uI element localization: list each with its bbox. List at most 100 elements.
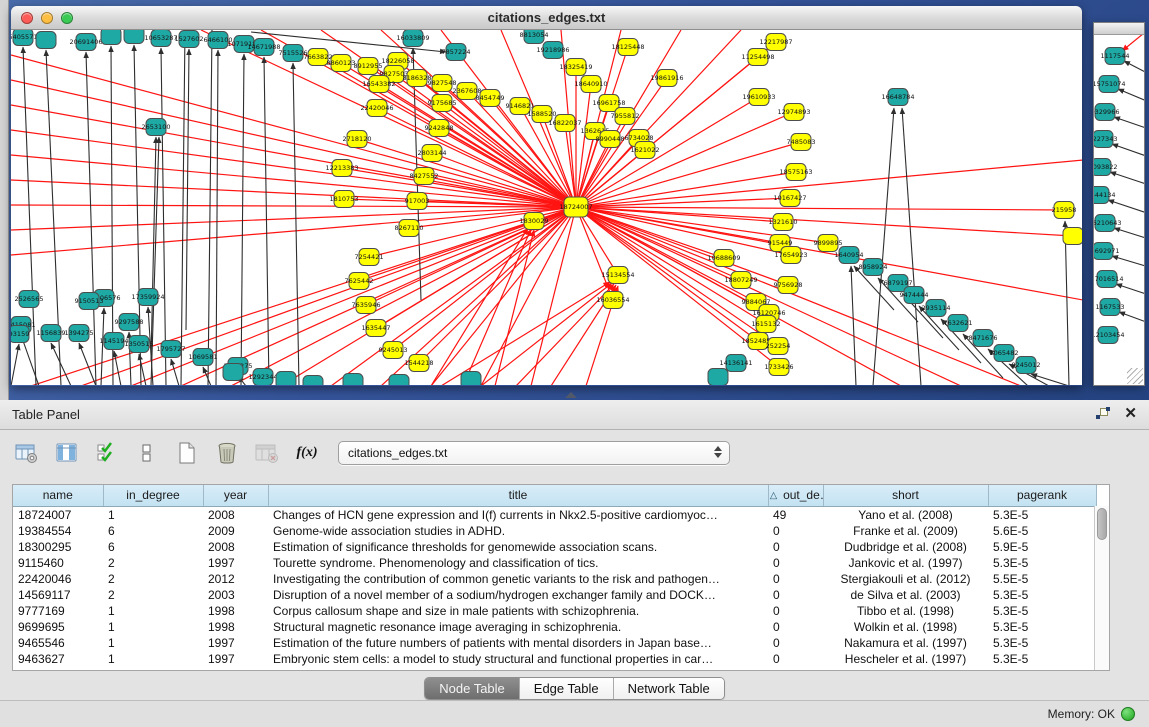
background-network-window[interactable]: 1117544157510749329966922734312093822124… <box>1093 22 1145 386</box>
selected-node[interactable]: 1810753 <box>330 191 359 208</box>
selected-node[interactable]: 11254498 <box>741 49 774 66</box>
table-vertical-scrollbar[interactable] <box>1094 506 1109 670</box>
selected-node[interactable]: 9756928 <box>774 277 803 294</box>
node[interactable]: 1527602 <box>175 31 204 48</box>
selected-node[interactable]: 10688609 <box>707 250 740 267</box>
node[interactable]: 19218986 <box>536 42 569 59</box>
close-panel-icon[interactable]: ✕ <box>1124 407 1137 421</box>
memory-status-icon[interactable] <box>1121 707 1135 721</box>
selected-node[interactable]: 16036554 <box>596 292 629 309</box>
column-header-title[interactable]: title <box>268 485 768 506</box>
scrollbar-thumb[interactable] <box>1097 508 1107 540</box>
network-canvas[interactable]: 1872400776638228860123891295518226058982… <box>11 30 1082 385</box>
node[interactable] <box>101 30 121 45</box>
selected-node[interactable]: 1733426 <box>765 359 794 376</box>
node[interactable]: 1069581 <box>189 349 218 366</box>
node[interactable] <box>708 369 728 386</box>
delete-icon[interactable] <box>210 437 244 469</box>
selected-node[interactable] <box>1063 228 1082 245</box>
column-header-name[interactable]: name <box>13 485 103 506</box>
selected-node[interactable]: 10167427 <box>773 190 806 207</box>
zoom-window-button[interactable] <box>61 12 73 24</box>
selected-node[interactable]: 917003 <box>405 193 430 210</box>
selected-node[interactable]: 8912955 <box>354 58 383 75</box>
node[interactable]: 7857224 <box>442 44 471 61</box>
node[interactable]: 7632621 <box>944 315 973 332</box>
table-columns-icon[interactable] <box>50 437 84 469</box>
minimize-window-button[interactable] <box>41 12 53 24</box>
selected-node[interactable]: 9899895 <box>814 235 843 252</box>
tab-network-table[interactable]: Network Table <box>614 678 724 699</box>
resize-grip[interactable] <box>1127 368 1143 384</box>
node[interactable]: 8958924 <box>859 259 888 276</box>
node[interactable]: 16033809 <box>396 30 429 47</box>
tab-edge-table[interactable]: Edge Table <box>520 678 614 699</box>
node[interactable]: 16648784 <box>881 89 914 106</box>
node[interactable] <box>36 32 56 49</box>
select-rows-icon[interactable] <box>90 437 124 469</box>
tab-node-table[interactable]: Node Table <box>425 678 520 699</box>
column-header-year[interactable]: year <box>203 485 268 506</box>
node[interactable]: 5405571 <box>11 30 37 46</box>
hub-node[interactable]: 18724007 <box>559 197 592 217</box>
table-row[interactable]: 1872400712008Changes of HCN gene express… <box>13 506 1096 523</box>
node[interactable]: 8471676 <box>969 330 998 347</box>
panel-resize-handle[interactable] <box>565 392 577 398</box>
selected-node[interactable]: 9245013 <box>379 342 408 359</box>
selected-node[interactable]: 15134554 <box>601 267 634 284</box>
node[interactable] <box>461 372 481 386</box>
selected-node[interactable]: 12974893 <box>777 104 810 121</box>
node[interactable]: 2526565 <box>15 291 44 308</box>
table-settings-icon[interactable] <box>10 437 44 469</box>
selected-node[interactable]: 18575163 <box>779 164 812 181</box>
column-header-pagerank[interactable]: pagerank <box>988 485 1096 506</box>
node[interactable]: 1065482 <box>990 345 1019 362</box>
float-panel-icon[interactable] <box>1096 407 1110 421</box>
node[interactable]: 17359924 <box>131 289 164 306</box>
table-row[interactable]: 969969511998Structural magnetic resonanc… <box>13 619 1096 635</box>
merge-rows-icon[interactable] <box>130 437 164 469</box>
node[interactable]: 9245012 <box>1012 357 1041 374</box>
node[interactable] <box>223 364 243 381</box>
selected-node[interactable]: 12217987 <box>759 34 792 51</box>
node[interactable] <box>276 372 296 386</box>
selected-node[interactable]: 7485083 <box>787 134 816 151</box>
function-icon[interactable]: f(x) <box>290 437 324 469</box>
node[interactable]: 20691406 <box>69 34 102 51</box>
node[interactable]: 1640954 <box>835 247 864 264</box>
delete-table-icon[interactable] <box>250 437 284 469</box>
node[interactable]: 8813054 <box>520 30 549 44</box>
citation-network-graph[interactable]: 1872400776638228860123891295518226058982… <box>11 30 1082 385</box>
table-row[interactable]: 911546021997Tourette syndrome. Phenomeno… <box>13 555 1096 571</box>
node[interactable]: 10653287 <box>144 30 177 47</box>
node[interactable]: 12103454 <box>1094 327 1125 344</box>
table-row[interactable]: 1830029562008Estimation of significance … <box>13 539 1096 555</box>
table-row[interactable]: 1456911722003Disruption of a novel membe… <box>13 587 1096 603</box>
selected-node[interactable]: 252254 <box>766 338 791 355</box>
selected-node[interactable]: 18807249 <box>724 272 757 289</box>
selected-node[interactable]: 18640910 <box>574 76 607 93</box>
close-window-button[interactable] <box>21 12 33 24</box>
selected-node[interactable]: 18125448 <box>611 39 644 56</box>
network-view-window[interactable]: citations_edges.txt 18724007766382288601… <box>11 6 1082 386</box>
node[interactable] <box>389 375 409 386</box>
node[interactable] <box>303 376 323 386</box>
column-header-in_degree[interactable]: in_degree <box>103 485 203 506</box>
selected-node[interactable]: 215958 <box>1052 202 1077 219</box>
network-window-titlebar[interactable]: citations_edges.txt <box>11 6 1082 30</box>
selected-node[interactable]: 1544218 <box>405 355 434 372</box>
selected-node[interactable]: 7254421 <box>355 249 384 266</box>
selected-node[interactable]: 1321610 <box>769 214 798 231</box>
table-row[interactable]: 977716911998Corpus callosum shape and si… <box>13 603 1096 619</box>
new-document-icon[interactable] <box>170 437 204 469</box>
node[interactable]: 1394275 <box>65 325 94 342</box>
node[interactable]: 1156839 <box>37 325 66 342</box>
table-row[interactable]: 2242004622012Investigating the contribut… <box>13 571 1096 587</box>
node[interactable] <box>343 374 363 386</box>
background-network-canvas[interactable]: 1117544157510749329966922734312093822124… <box>1094 35 1144 385</box>
table-selector-dropdown[interactable]: citations_edges.txt <box>338 441 730 465</box>
table-row[interactable]: 946362711997Embryonic stem cells: a mode… <box>13 651 1096 667</box>
table-row[interactable]: 946554611997Estimation of the future num… <box>13 635 1096 651</box>
node[interactable]: 93159 <box>11 326 29 343</box>
column-header-out_de[interactable]: △ out_de… <box>768 485 823 506</box>
